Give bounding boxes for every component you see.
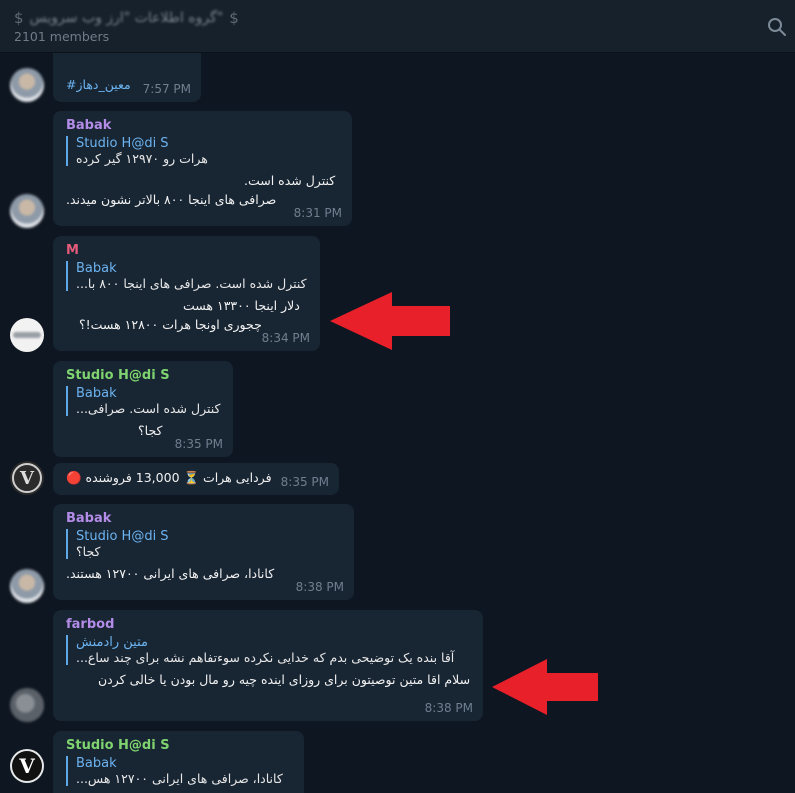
message-time: 8:31 PM	[293, 206, 342, 220]
reply-author: Studio H@di S	[76, 136, 169, 151]
message-bubble[interactable]: Studio H@di S Babak کنترل شده است. صرافی…	[53, 361, 233, 457]
message-text: فردایی هرات ⏳ 13,000 فروشنده 🔴	[66, 470, 272, 485]
reply-text: هرات رو ۱۲۹۷۰ گیر کرده	[76, 151, 208, 166]
red-arrow-annotation	[492, 659, 598, 715]
message-time: 8:35 PM	[280, 475, 329, 489]
reply-quote[interactable]: Studio H@di S کجا؟	[66, 529, 344, 559]
reply-quote[interactable]: متین رادمنش آقا بنده یک توضیحی بدم که خد…	[66, 635, 473, 665]
reply-text: آقا بنده یک توضیحی بدم که خدایی نکرده سو…	[76, 650, 455, 665]
member-count: 2101 members	[14, 29, 110, 44]
reply-text: کانادا، صرافی های ایرانی ۱۲۷۰۰ هس...	[76, 771, 283, 786]
avatar[interactable]	[10, 688, 44, 722]
sender-name[interactable]: farbod	[66, 617, 473, 632]
sender-name[interactable]: Studio H@di S	[66, 738, 294, 753]
avatar[interactable]	[10, 194, 44, 228]
hashtag-link[interactable]: #معین_دهاز	[66, 77, 131, 92]
avatar[interactable]	[10, 68, 44, 102]
avatar[interactable]: V	[10, 749, 44, 783]
avatar[interactable]: V	[10, 461, 44, 495]
message-bubble[interactable]: M Babak کنترل شده است. صرافی های اینجا ۸…	[53, 236, 320, 351]
sender-name[interactable]: M	[66, 243, 310, 258]
sender-name[interactable]: Babak	[66, 511, 344, 526]
avatar[interactable]	[10, 318, 44, 352]
reply-quote[interactable]: Studio H@di S هرات رو ۱۲۹۷۰ گیر کرده	[66, 136, 342, 166]
message-bubble[interactable]: Studio H@di S Babak کانادا، صرافی های ای…	[53, 731, 304, 793]
reply-author: Babak	[76, 386, 117, 401]
dollar-icon: $	[229, 9, 239, 27]
sender-name[interactable]: Studio H@di S	[66, 368, 223, 383]
message-bubble[interactable]: Babak Studio H@di S کجا؟ کانادا، صرافی ه…	[53, 504, 354, 600]
chat-title: $ گروه اطلاعات "ارز وب سرویس" $	[14, 8, 239, 28]
reply-author: Studio H@di S	[76, 529, 169, 544]
message-text: دلار اینجا ۱۳۳۰۰ هست	[183, 298, 300, 313]
message-bubble[interactable]: #معین_دهاز 7:57 PM	[53, 53, 201, 102]
reply-text: کجا؟	[76, 544, 101, 559]
avatar[interactable]	[10, 569, 44, 603]
reply-quote[interactable]: Babak کنترل شده است. صرافی...	[66, 386, 223, 416]
message-time: 7:57 PM	[142, 82, 191, 96]
reply-author: Babak	[76, 261, 117, 276]
dollar-icon: $	[14, 9, 24, 27]
reply-author: Babak	[76, 756, 117, 771]
chat-header[interactable]: $ گروه اطلاعات "ارز وب سرویس" $ 2101 mem…	[0, 0, 795, 53]
message-bubble[interactable]: farbod متین رادمنش آقا بنده یک توضیحی بد…	[53, 610, 483, 721]
search-icon[interactable]	[767, 17, 787, 37]
message-bubble[interactable]: فردایی هرات ⏳ 13,000 فروشنده 🔴 8:35 PM	[53, 463, 339, 495]
chat-title-text: گروه اطلاعات "ارز وب سرویس"	[29, 10, 224, 26]
reply-text: کنترل شده است. صرافی های اینجا ۸۰۰ با...	[76, 276, 307, 291]
red-arrow-annotation	[330, 292, 450, 350]
message-text: کنترل شده است.	[244, 173, 336, 188]
message-bubble[interactable]: Babak Studio H@di S هرات رو ۱۲۹۷۰ گیر کر…	[53, 111, 352, 226]
message-time: 8:34 PM	[261, 331, 310, 345]
message-time: 8:35 PM	[174, 437, 223, 451]
sender-name[interactable]: Babak	[66, 118, 342, 133]
message-time: 8:38 PM	[424, 701, 473, 715]
reply-text: کنترل شده است. صرافی...	[76, 401, 221, 416]
message-time: 8:38 PM	[295, 580, 344, 594]
message-text: سلام اقا متین توصیتون برای روزای اینده چ…	[98, 672, 471, 687]
reply-quote[interactable]: Babak کانادا، صرافی های ایرانی ۱۲۷۰۰ هس.…	[66, 756, 294, 786]
reply-quote[interactable]: Babak کنترل شده است. صرافی های اینجا ۸۰۰…	[66, 261, 310, 291]
reply-author: متین رادمنش	[76, 635, 148, 650]
